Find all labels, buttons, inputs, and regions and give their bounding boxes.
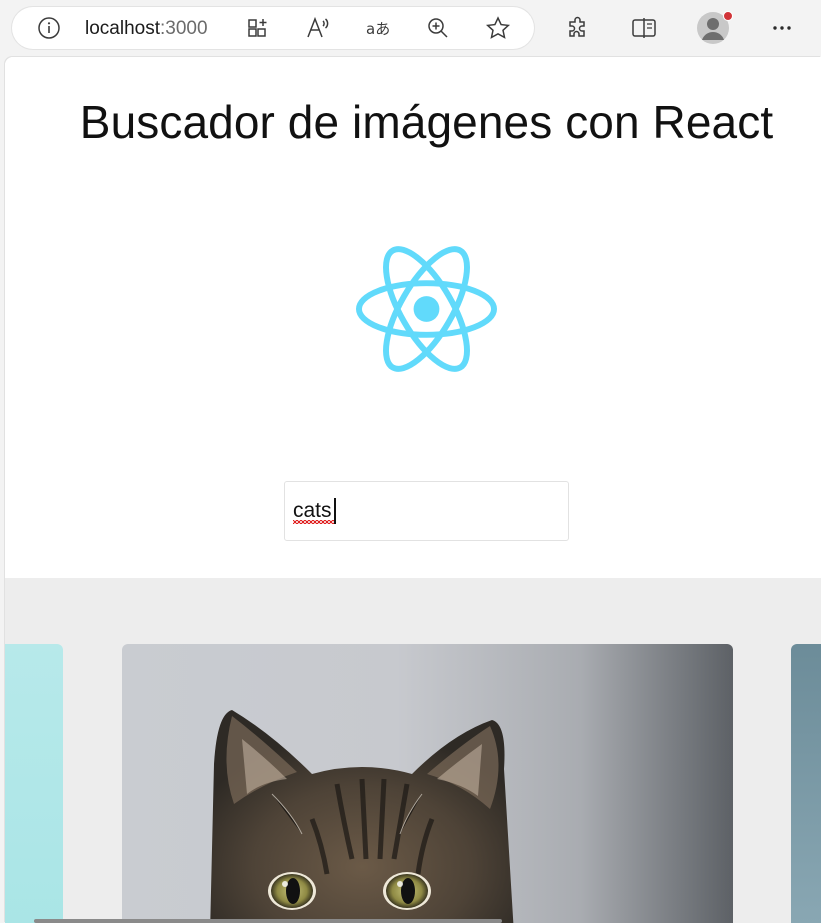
- info-icon[interactable]: [37, 16, 61, 40]
- horizontal-scrollbar[interactable]: [34, 919, 502, 923]
- cat-photo: [210, 710, 514, 923]
- text-caret: [334, 498, 336, 524]
- zoom-icon[interactable]: [426, 16, 450, 40]
- image-gallery: [5, 578, 821, 923]
- gallery-image-left[interactable]: [5, 644, 63, 923]
- app-available-icon[interactable]: [246, 16, 270, 40]
- gallery-image-cat[interactable]: [122, 644, 733, 923]
- browser-toolbar: localhost:3000 aあ: [0, 0, 821, 57]
- gallery-image-right[interactable]: [791, 644, 821, 923]
- page-viewport: Buscador de imágenes con React: [5, 57, 821, 923]
- notification-dot: [723, 11, 733, 21]
- search-input[interactable]: [284, 481, 569, 541]
- url-port: :3000: [160, 18, 208, 39]
- extensions-icon[interactable]: [566, 16, 590, 40]
- translate-icon[interactable]: aあ: [365, 16, 393, 40]
- read-aloud-icon[interactable]: [305, 16, 331, 40]
- app-header: Buscador de imágenes con React: [5, 57, 821, 578]
- favorite-star-icon[interactable]: [485, 16, 511, 40]
- svg-text:aあ: aあ: [366, 20, 390, 38]
- react-logo: [355, 246, 498, 372]
- spellcheck-underline: [293, 520, 335, 524]
- split-screen-icon[interactable]: [631, 16, 657, 40]
- url-text[interactable]: localhost:3000: [85, 18, 208, 40]
- more-menu-icon[interactable]: [770, 16, 794, 40]
- page-title: Buscador de imágenes con React: [79, 96, 774, 148]
- address-bar[interactable]: localhost:3000 aあ: [12, 7, 534, 49]
- url-host: localhost: [85, 18, 160, 39]
